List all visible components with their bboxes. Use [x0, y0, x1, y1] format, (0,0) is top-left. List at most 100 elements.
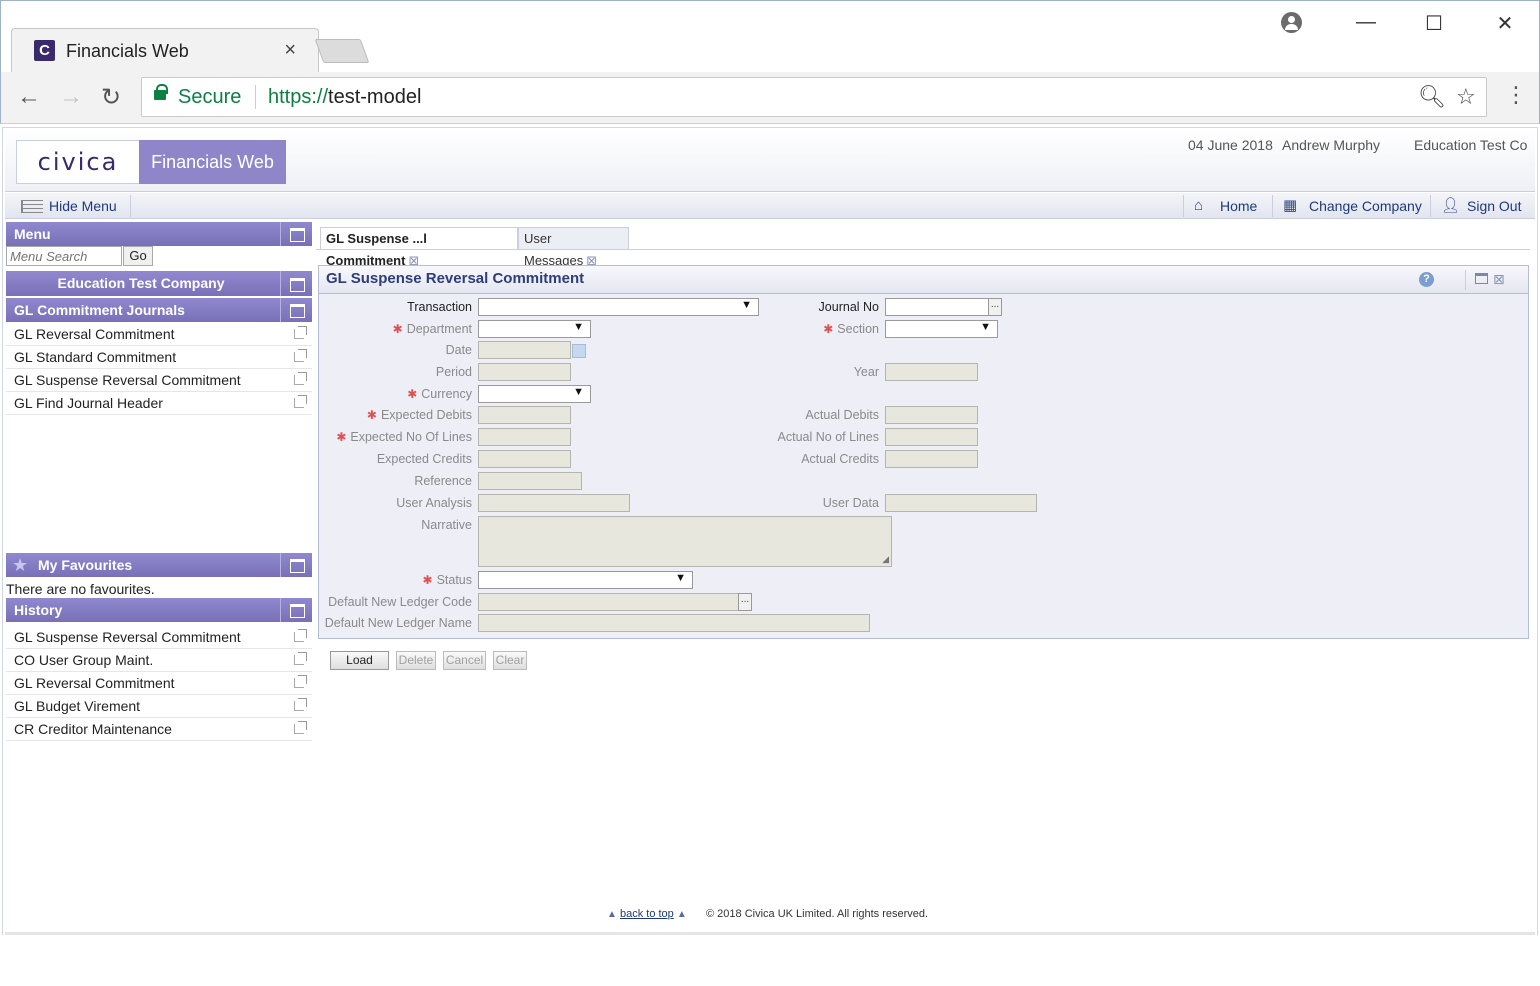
dropdown-arrow-icon: ▼	[980, 321, 991, 333]
open-external-icon[interactable]	[294, 698, 307, 711]
department-select[interactable]: ▼	[478, 320, 591, 338]
section-up-icon[interactable]	[280, 298, 312, 322]
open-external-icon[interactable]	[294, 326, 307, 339]
calendar-icon[interactable]	[572, 344, 586, 358]
change-company-link[interactable]: ▦ Change Company	[1272, 195, 1422, 217]
change-company-label: Change Company	[1309, 198, 1422, 214]
menu-item-gl-standard-commitment[interactable]: GL Standard Commitment	[6, 346, 312, 369]
zoom-icon[interactable]: 🔍︎	[1418, 84, 1446, 110]
menu-item-gl-suspense-reversal-commitment[interactable]: GL Suspense Reversal Commitment	[6, 369, 312, 392]
back-arrow-icon[interactable]: ←	[17, 83, 41, 111]
menu-panel-toggle-icon[interactable]	[280, 222, 312, 246]
header-company: Education Test Co	[1414, 137, 1528, 153]
detach-window-icon[interactable]	[1475, 273, 1488, 284]
history-item[interactable]: GL Budget Virement	[6, 695, 312, 718]
url-scheme: https://	[268, 86, 329, 108]
close-window-icon[interactable]: ✕	[1490, 11, 1520, 36]
status-select[interactable]: ▼	[478, 571, 693, 589]
new-tab-button[interactable]	[314, 39, 370, 63]
clear-button[interactable]: Clear	[493, 651, 527, 670]
minimize-icon[interactable]: —	[1351, 11, 1381, 34]
year-label: Year	[853, 365, 879, 379]
user-analysis-input	[478, 494, 630, 512]
browser-titlebar: C Financials Web × — ☐ ✕	[0, 0, 1540, 74]
back-to-top-text[interactable]: back to top	[620, 908, 674, 920]
bookmark-star-icon[interactable]: ☆	[1456, 84, 1476, 110]
company-header[interactable]: Education Test Company	[6, 271, 312, 296]
department-label-text: Department	[406, 322, 472, 336]
history-item[interactable]: CO User Group Maint.	[6, 649, 312, 672]
expected-debits-label: ✱ Expected Debits	[330, 408, 472, 422]
expected-lines-label: ✱ Expected No Of Lines	[320, 430, 472, 444]
open-external-icon[interactable]	[294, 675, 307, 688]
dropdown-arrow-icon: ▼	[573, 321, 584, 333]
history-item[interactable]: GL Suspense Reversal Commitment	[6, 626, 312, 649]
back-to-top-link[interactable]: ▲ back to top ▲	[607, 908, 687, 920]
sign-out-label: Sign Out	[1467, 198, 1522, 214]
browser-tab[interactable]: C Financials Web ×	[11, 28, 319, 74]
currency-select[interactable]: ▼	[478, 385, 591, 403]
tab-gl-suspense-commitment[interactable]: GL Suspense ...l Commitment ⊠	[320, 227, 518, 268]
journal-no-label: Journal No	[818, 300, 879, 314]
date-input	[478, 341, 571, 359]
url-divider	[255, 85, 256, 109]
required-icon: ✱	[366, 408, 377, 422]
go-button[interactable]: Go	[123, 246, 153, 266]
status-label: ✱ Status	[330, 573, 473, 587]
company-toggle-icon[interactable]	[280, 271, 312, 296]
url-text[interactable]: https://test-model	[268, 86, 421, 109]
resize-grip-icon[interactable]: ◢	[882, 554, 889, 565]
history-item[interactable]: CR Creditor Maintenance	[6, 718, 312, 741]
ledger-lookup-button[interactable]: ...	[738, 593, 752, 611]
menu-search-input[interactable]	[6, 246, 122, 266]
open-external-icon[interactable]	[294, 652, 307, 665]
history-header: History	[6, 598, 312, 622]
open-external-icon[interactable]	[294, 395, 307, 408]
menu-item-gl-find-journal-header[interactable]: GL Find Journal Header	[6, 392, 312, 415]
secure-label: Secure	[178, 86, 242, 108]
section-select[interactable]: ▼	[885, 320, 998, 338]
reload-icon[interactable]: ↻	[101, 83, 121, 112]
required-icon: ✱	[407, 387, 418, 401]
history-title: History	[14, 602, 63, 618]
menu-item-label: GL Find Journal Header	[14, 395, 163, 411]
actual-lines-label: Actual No of Lines	[777, 430, 879, 444]
home-link[interactable]: ⌂ Home	[1183, 195, 1257, 217]
section-label: ✱ Section	[740, 322, 879, 336]
menu-panel-header: Menu	[6, 222, 312, 246]
forward-arrow-icon[interactable]: →	[59, 83, 83, 111]
open-external-icon[interactable]	[294, 349, 307, 362]
transaction-select[interactable]: ▼	[478, 298, 759, 316]
open-external-icon[interactable]	[294, 372, 307, 385]
hide-menu-button[interactable]: Hide Menu	[11, 195, 131, 217]
delete-button[interactable]: Delete	[396, 651, 436, 670]
required-icon: ✱	[336, 430, 347, 444]
user-data-input	[885, 494, 1037, 512]
history-toggle-icon[interactable]	[280, 598, 312, 622]
browser-menu-icon[interactable]: ⋮	[1505, 82, 1527, 108]
address-bar[interactable]: Secure https://test-model 🔍︎ ☆	[141, 77, 1487, 117]
tab-user-messages[interactable]: User Messages ⊠	[518, 227, 629, 268]
open-external-icon[interactable]	[294, 629, 307, 642]
account-icon[interactable]	[1281, 12, 1302, 33]
history-item[interactable]: GL Reversal Commitment	[6, 672, 312, 695]
maximize-icon[interactable]: ☐	[1419, 11, 1449, 36]
header-user: Andrew Murphy	[1282, 137, 1381, 153]
load-button[interactable]: Load	[330, 651, 389, 670]
journal-no-input[interactable]	[885, 298, 989, 316]
history-item-label: CR Creditor Maintenance	[14, 721, 172, 737]
section-header[interactable]: GL Commitment Journals	[6, 298, 312, 322]
narrative-label: Narrative	[421, 518, 472, 532]
copyright-text: © 2018 Civica UK Limited. All rights res…	[706, 908, 929, 920]
actual-credits-input	[885, 450, 978, 468]
building-icon: ▦	[1283, 197, 1298, 214]
journal-lookup-button[interactable]: ...	[988, 298, 1002, 316]
favourites-toggle-icon[interactable]	[280, 553, 312, 577]
open-external-icon[interactable]	[294, 721, 307, 734]
tab-close-icon[interactable]: ×	[284, 39, 296, 62]
close-panel-icon[interactable]: ⊠	[1493, 271, 1505, 288]
sign-out-link[interactable]: 👤︎ Sign Out	[1430, 195, 1521, 217]
menu-item-gl-reversal-commitment[interactable]: GL Reversal Commitment	[6, 323, 312, 346]
help-icon[interactable]: ?	[1419, 272, 1434, 287]
cancel-button[interactable]: Cancel	[443, 651, 486, 670]
